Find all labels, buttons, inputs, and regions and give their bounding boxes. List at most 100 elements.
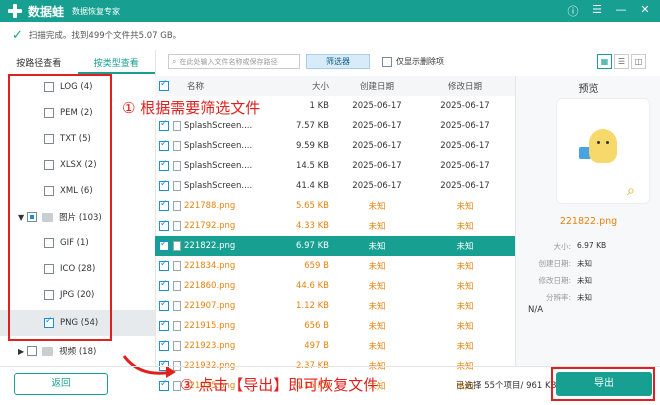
column-size[interactable]: 大小 <box>263 80 333 92</box>
table-row[interactable]: SplashScreen.... 7.57 KB 2025-06-17 2025-06… <box>155 116 515 136</box>
table-row[interactable]: 221788.png 5.65 KB 未知 未知 <box>155 196 515 216</box>
column-name[interactable]: 名称 <box>173 80 263 92</box>
checkbox[interactable] <box>27 212 38 222</box>
tree-item-label: XML (6) <box>60 186 93 196</box>
back-button[interactable]: 返回 <box>14 373 108 395</box>
table-row[interactable]: 221915.png 656 B 未知 未知 <box>155 316 515 336</box>
checkbox[interactable] <box>44 134 54 144</box>
tree-item-ico[interactable]: ICO (28) <box>0 256 155 282</box>
row-checkbox[interactable] <box>159 199 169 211</box>
row-checkbox[interactable] <box>159 179 169 191</box>
created-date: 未知 <box>368 342 386 352</box>
table-row[interactable]: 221907.png 1.12 KB 未知 未知 <box>155 296 515 316</box>
table-row[interactable]: 221822.png 6.97 KB 未知 未知 <box>155 236 515 256</box>
checkbox[interactable] <box>44 82 54 92</box>
close-icon[interactable]: ✕ <box>638 3 652 19</box>
zoom-icon[interactable]: ⌕ <box>627 183 635 199</box>
search-input[interactable]: ⌕ 在此处输入文件名称或保存路径 <box>168 54 300 69</box>
file-name: SplashScreen.... <box>184 161 253 171</box>
checkbox[interactable] <box>44 290 54 300</box>
tab-by-path[interactable]: 按路径查看 <box>0 54 78 74</box>
info-icon[interactable]: ⓘ <box>566 3 580 19</box>
only-deleted-label: 仅显示删除项 <box>396 57 444 66</box>
table-row[interactable]: 221923.png 497 B 未知 未知 <box>155 336 515 356</box>
tab-by-type[interactable]: 按类型查看 <box>77 54 155 74</box>
table-row[interactable]: SplashScreen.... 41.4 KB 2025-06-17 2025-06… <box>155 176 515 196</box>
row-checkbox[interactable] <box>159 319 169 331</box>
view-mode-buttons: ▦ ☰ ◫ <box>597 54 646 69</box>
checkbox[interactable] <box>44 264 54 274</box>
list-view-icon[interactable]: ☰ <box>614 54 629 69</box>
row-checkbox[interactable] <box>159 339 169 351</box>
table-row[interactable]: 221860.png 44.6 KB 未知 未知 <box>155 276 515 296</box>
chevron-down-icon[interactable]: ▼ <box>18 213 24 222</box>
file-size: 14.5 KB <box>295 161 329 171</box>
select-all-checkbox[interactable] <box>159 79 169 91</box>
created-date: 未知 <box>368 282 386 292</box>
tree-item-images[interactable]: ▼ 图片 (103) <box>0 204 155 230</box>
file-name: SplashScreen.... <box>184 141 253 151</box>
row-checkbox[interactable] <box>159 299 169 311</box>
checkbox[interactable] <box>382 56 392 67</box>
file-icon <box>173 281 181 291</box>
row-checkbox[interactable] <box>159 259 169 271</box>
menu-icon[interactable]: ☰ <box>590 3 604 19</box>
table-row[interactable]: SplashScreen.... 9.59 KB 2025-06-17 2025-06… <box>155 136 515 156</box>
row-checkbox[interactable] <box>159 139 169 151</box>
tree-item-txt[interactable]: TXT (5) <box>0 126 155 152</box>
tree-item-label: XLSX (2) <box>60 160 97 170</box>
detail-view-icon[interactable]: ◫ <box>631 54 646 69</box>
created-date: 2025-06-17 <box>352 141 402 151</box>
file-name: 221860.png <box>184 281 236 291</box>
table-row[interactable]: 221834.png 659 B 未知 未知 <box>155 256 515 276</box>
checkbox[interactable] <box>27 346 38 356</box>
preview-panel: 预览 ⌕ 221822.png 大小: 6.97 KB 创建日期: 未知 修改日期:… <box>515 76 660 366</box>
tree-item-label: 图片 (103) <box>59 213 102 223</box>
table-header: 名称 大小 创建日期 修改日期 <box>155 76 515 96</box>
search-icon: ⌕ <box>172 56 177 66</box>
created-date: 未知 <box>368 202 386 212</box>
only-deleted-toggle[interactable]: 仅显示删除项 <box>382 56 444 67</box>
file-name: 221923.png <box>184 341 236 351</box>
checkbox[interactable] <box>44 160 54 170</box>
table-row[interactable]: 221792.png 4.33 KB 未知 未知 <box>155 216 515 236</box>
row-checkbox[interactable] <box>159 239 169 251</box>
tree-item-png[interactable]: PNG (54) <box>0 310 155 336</box>
tree-item-xlsx[interactable]: XLSX (2) <box>0 152 155 178</box>
modified-date: 未知 <box>456 222 474 232</box>
file-size: 41.4 KB <box>295 181 329 191</box>
filter-button[interactable]: 筛选器 <box>306 54 370 69</box>
row-checkbox[interactable] <box>159 279 169 291</box>
modified-date: 2025-06-17 <box>440 121 490 131</box>
chevron-right-icon[interactable]: ▶ <box>18 347 24 356</box>
tree-item-jpg[interactable]: JPG (20) <box>0 282 155 308</box>
file-name: 221834.png <box>184 261 236 271</box>
modified-date: 未知 <box>456 302 474 312</box>
modified-date: 2025-06-17 <box>440 161 490 171</box>
modified-date: 未知 <box>456 262 474 272</box>
check-icon: ✓ <box>12 27 23 43</box>
created-date: 未知 <box>368 322 386 332</box>
modified-date: 未知 <box>456 282 474 292</box>
minimize-icon[interactable]: — <box>614 3 628 19</box>
checkbox[interactable] <box>44 186 54 196</box>
column-modified[interactable]: 修改日期 <box>421 80 509 92</box>
tree-item-xml[interactable]: XML (6) <box>0 178 155 204</box>
tree-item-gif[interactable]: GIF (1) <box>0 230 155 256</box>
row-checkbox[interactable] <box>159 119 169 131</box>
checkbox[interactable] <box>44 238 54 248</box>
modified-date: 2025-06-17 <box>440 101 490 111</box>
status-text: 扫描完成。找到499个文件共5.07 GB。 <box>28 31 182 41</box>
file-icon <box>173 341 181 351</box>
file-icon <box>173 301 181 311</box>
table-row[interactable]: SplashScreen.... 14.5 KB 2025-06-17 2025-06… <box>155 156 515 176</box>
modified-date: 2025-06-17 <box>440 181 490 191</box>
checkbox[interactable] <box>44 108 54 118</box>
column-created[interactable]: 创建日期 <box>333 80 421 92</box>
selected-info: 已选择 55个项目/ 961 KB <box>456 381 557 391</box>
file-size: 656 B <box>304 321 329 331</box>
row-checkbox[interactable] <box>159 159 169 171</box>
grid-view-icon[interactable]: ▦ <box>597 54 612 69</box>
checkbox[interactable] <box>44 316 54 328</box>
row-checkbox[interactable] <box>159 219 169 231</box>
